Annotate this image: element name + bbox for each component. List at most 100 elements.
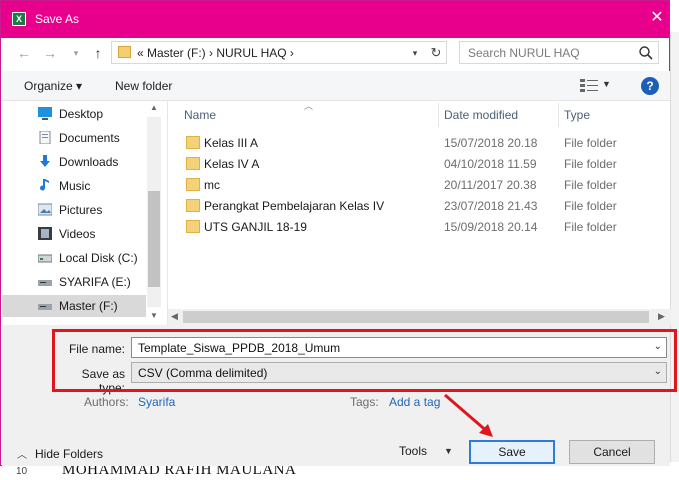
file-name: UTS GANJIL 18-19 [204, 220, 307, 234]
background-column-strip [670, 32, 679, 462]
drive-icon [38, 254, 52, 263]
forward-arrow-icon[interactable]: → [41, 44, 59, 62]
documents-icon [39, 131, 51, 144]
sidebar-item-videos[interactable]: Videos [2, 223, 146, 245]
tools-chevron-down-icon[interactable]: ▼ [444, 446, 453, 456]
pictures-icon [38, 203, 52, 216]
column-header-name[interactable]: Name [184, 108, 216, 122]
folder-icon [118, 46, 131, 58]
sidebar-item-downloads[interactable]: Downloads [2, 151, 146, 173]
chevron-up-icon[interactable]: ︿ [17, 446, 27, 461]
scroll-right-icon[interactable]: ▶ [658, 311, 665, 322]
save-as-dialog: X Save As ✕ ← → ▾ ↑ « Master (F:) › NURU… [0, 0, 677, 466]
view-options-icon[interactable] [580, 79, 598, 92]
sidebar-item-syarifa-drive[interactable]: SYARIFA (E:) [2, 271, 146, 293]
music-icon [40, 179, 49, 191]
list-item[interactable]: Kelas III A 15/07/2018 20.18 File folder [168, 133, 658, 154]
sidebar-item-pictures[interactable]: Pictures [2, 199, 146, 221]
authors-field[interactable]: Syarifa [138, 395, 175, 409]
videos-icon [38, 227, 52, 240]
folder-icon [186, 178, 200, 191]
column-header-date[interactable]: Date modified [444, 108, 518, 122]
sidebar-item-label: Desktop [59, 107, 104, 121]
file-name: Kelas III A [204, 136, 259, 150]
file-type: File folder [564, 199, 617, 213]
save-button[interactable]: Save [469, 440, 555, 464]
list-item[interactable]: Kelas IV A 04/10/2018 11.59 File folder [168, 154, 658, 175]
back-arrow-icon[interactable]: ← [15, 44, 33, 62]
folder-icon [186, 136, 200, 149]
column-divider[interactable] [438, 103, 439, 127]
background-row-number: 10 [16, 466, 28, 477]
file-name: Perangkat Pembelajaran Kelas IV [204, 199, 385, 213]
scroll-up-icon[interactable]: ▲ [147, 103, 161, 113]
list-item[interactable]: mc 20/11/2017 20.38 File folder [168, 175, 658, 196]
usb-drive-icon [38, 280, 52, 286]
sidebar-item-label: Downloads [59, 155, 119, 169]
title-bar[interactable]: X Save As ✕ [1, 1, 669, 38]
cancel-button[interactable]: Cancel [569, 440, 655, 464]
sidebar-item-desktop[interactable]: Desktop [2, 103, 146, 125]
folder-icon [186, 220, 200, 233]
hide-folders-button[interactable]: Hide Folders [35, 447, 103, 461]
dialog-title: Save As [35, 12, 80, 26]
scroll-down-icon[interactable]: ▼ [147, 311, 161, 321]
sidebar-item-label: Videos [59, 227, 96, 241]
recent-locations-chevron-icon[interactable]: ▾ [67, 44, 85, 62]
folder-icon [186, 199, 200, 212]
sidebar-item-label: Music [59, 179, 91, 193]
sidebar-item-music[interactable]: Music [2, 175, 146, 197]
nav-scrollbar-thumb[interactable] [148, 191, 160, 287]
command-bar: Organize ▾ New folder ▼ ? [2, 71, 670, 101]
file-type: File folder [564, 220, 617, 234]
highlight-box [52, 329, 677, 392]
new-folder-button[interactable]: New folder [115, 79, 172, 93]
help-icon[interactable]: ? [641, 77, 659, 95]
search-placeholder: Search NURUL HAQ [468, 46, 580, 60]
refresh-icon[interactable]: ↻ [428, 44, 444, 61]
up-arrow-icon[interactable]: ↑ [89, 44, 107, 62]
sidebar-item-documents[interactable]: Documents [2, 127, 146, 149]
sidebar-item-master-drive[interactable]: Master (F:) [2, 295, 146, 317]
list-item[interactable]: Perangkat Pembelajaran Kelas IV 23/07/20… [168, 196, 658, 217]
downloads-icon [40, 155, 50, 167]
breadcrumb[interactable]: « Master (F:) › NURUL HAQ › [137, 46, 294, 60]
file-date: 23/07/2018 21.43 [444, 199, 538, 213]
file-name: mc [204, 178, 220, 192]
file-list: ︿ Name Date modified Type Kelas III A 15… [167, 101, 671, 325]
navigation-pane: Desktop Documents Downloads Music Pictur… [2, 101, 162, 325]
search-input[interactable]: Search NURUL HAQ [459, 41, 659, 64]
tags-label: Tags: [350, 395, 379, 409]
usb-drive-icon [38, 304, 52, 310]
file-type: File folder [564, 157, 617, 171]
file-name: Kelas IV A [204, 157, 260, 171]
organize-button[interactable]: Organize ▾ [24, 79, 82, 93]
list-item[interactable]: UTS GANJIL 18-19 15/09/2018 20.14 File f… [168, 217, 658, 238]
excel-app-icon: X [12, 12, 26, 26]
desktop-icon [38, 107, 52, 120]
scroll-left-icon[interactable]: ◀ [171, 311, 178, 322]
sidebar-item-label: SYARIFA (E:) [59, 275, 131, 289]
tools-button[interactable]: Tools [399, 444, 427, 458]
sidebar-item-label: Master (F:) [59, 299, 118, 313]
sidebar-item-label: Local Disk (C:) [59, 251, 138, 265]
file-date: 20/11/2017 20.38 [444, 178, 537, 192]
chevron-down-icon[interactable]: ▾ [408, 45, 422, 61]
folder-icon [186, 157, 200, 170]
file-date: 15/07/2018 20.18 [444, 136, 538, 150]
sidebar-item-local-disk[interactable]: Local Disk (C:) [2, 247, 146, 269]
tags-field[interactable]: Add a tag [389, 395, 440, 409]
authors-label: Authors: [84, 395, 129, 409]
sidebar-item-label: Documents [59, 131, 120, 145]
address-bar[interactable]: « Master (F:) › NURUL HAQ › ▾ ↻ [111, 41, 447, 64]
horizontal-scrollbar-thumb[interactable] [183, 311, 649, 323]
view-chevron-down-icon[interactable]: ▼ [602, 79, 611, 89]
column-header-type[interactable]: Type [564, 108, 590, 122]
file-date: 15/09/2018 20.14 [444, 220, 538, 234]
horizontal-scrollbar[interactable]: ◀ ▶ [168, 309, 671, 325]
close-button[interactable]: ✕ [649, 9, 665, 27]
sort-caret-icon: ︿ [304, 101, 314, 111]
annotation-arrow-icon [444, 393, 493, 437]
column-divider[interactable] [558, 103, 559, 127]
file-type: File folder [564, 136, 617, 150]
